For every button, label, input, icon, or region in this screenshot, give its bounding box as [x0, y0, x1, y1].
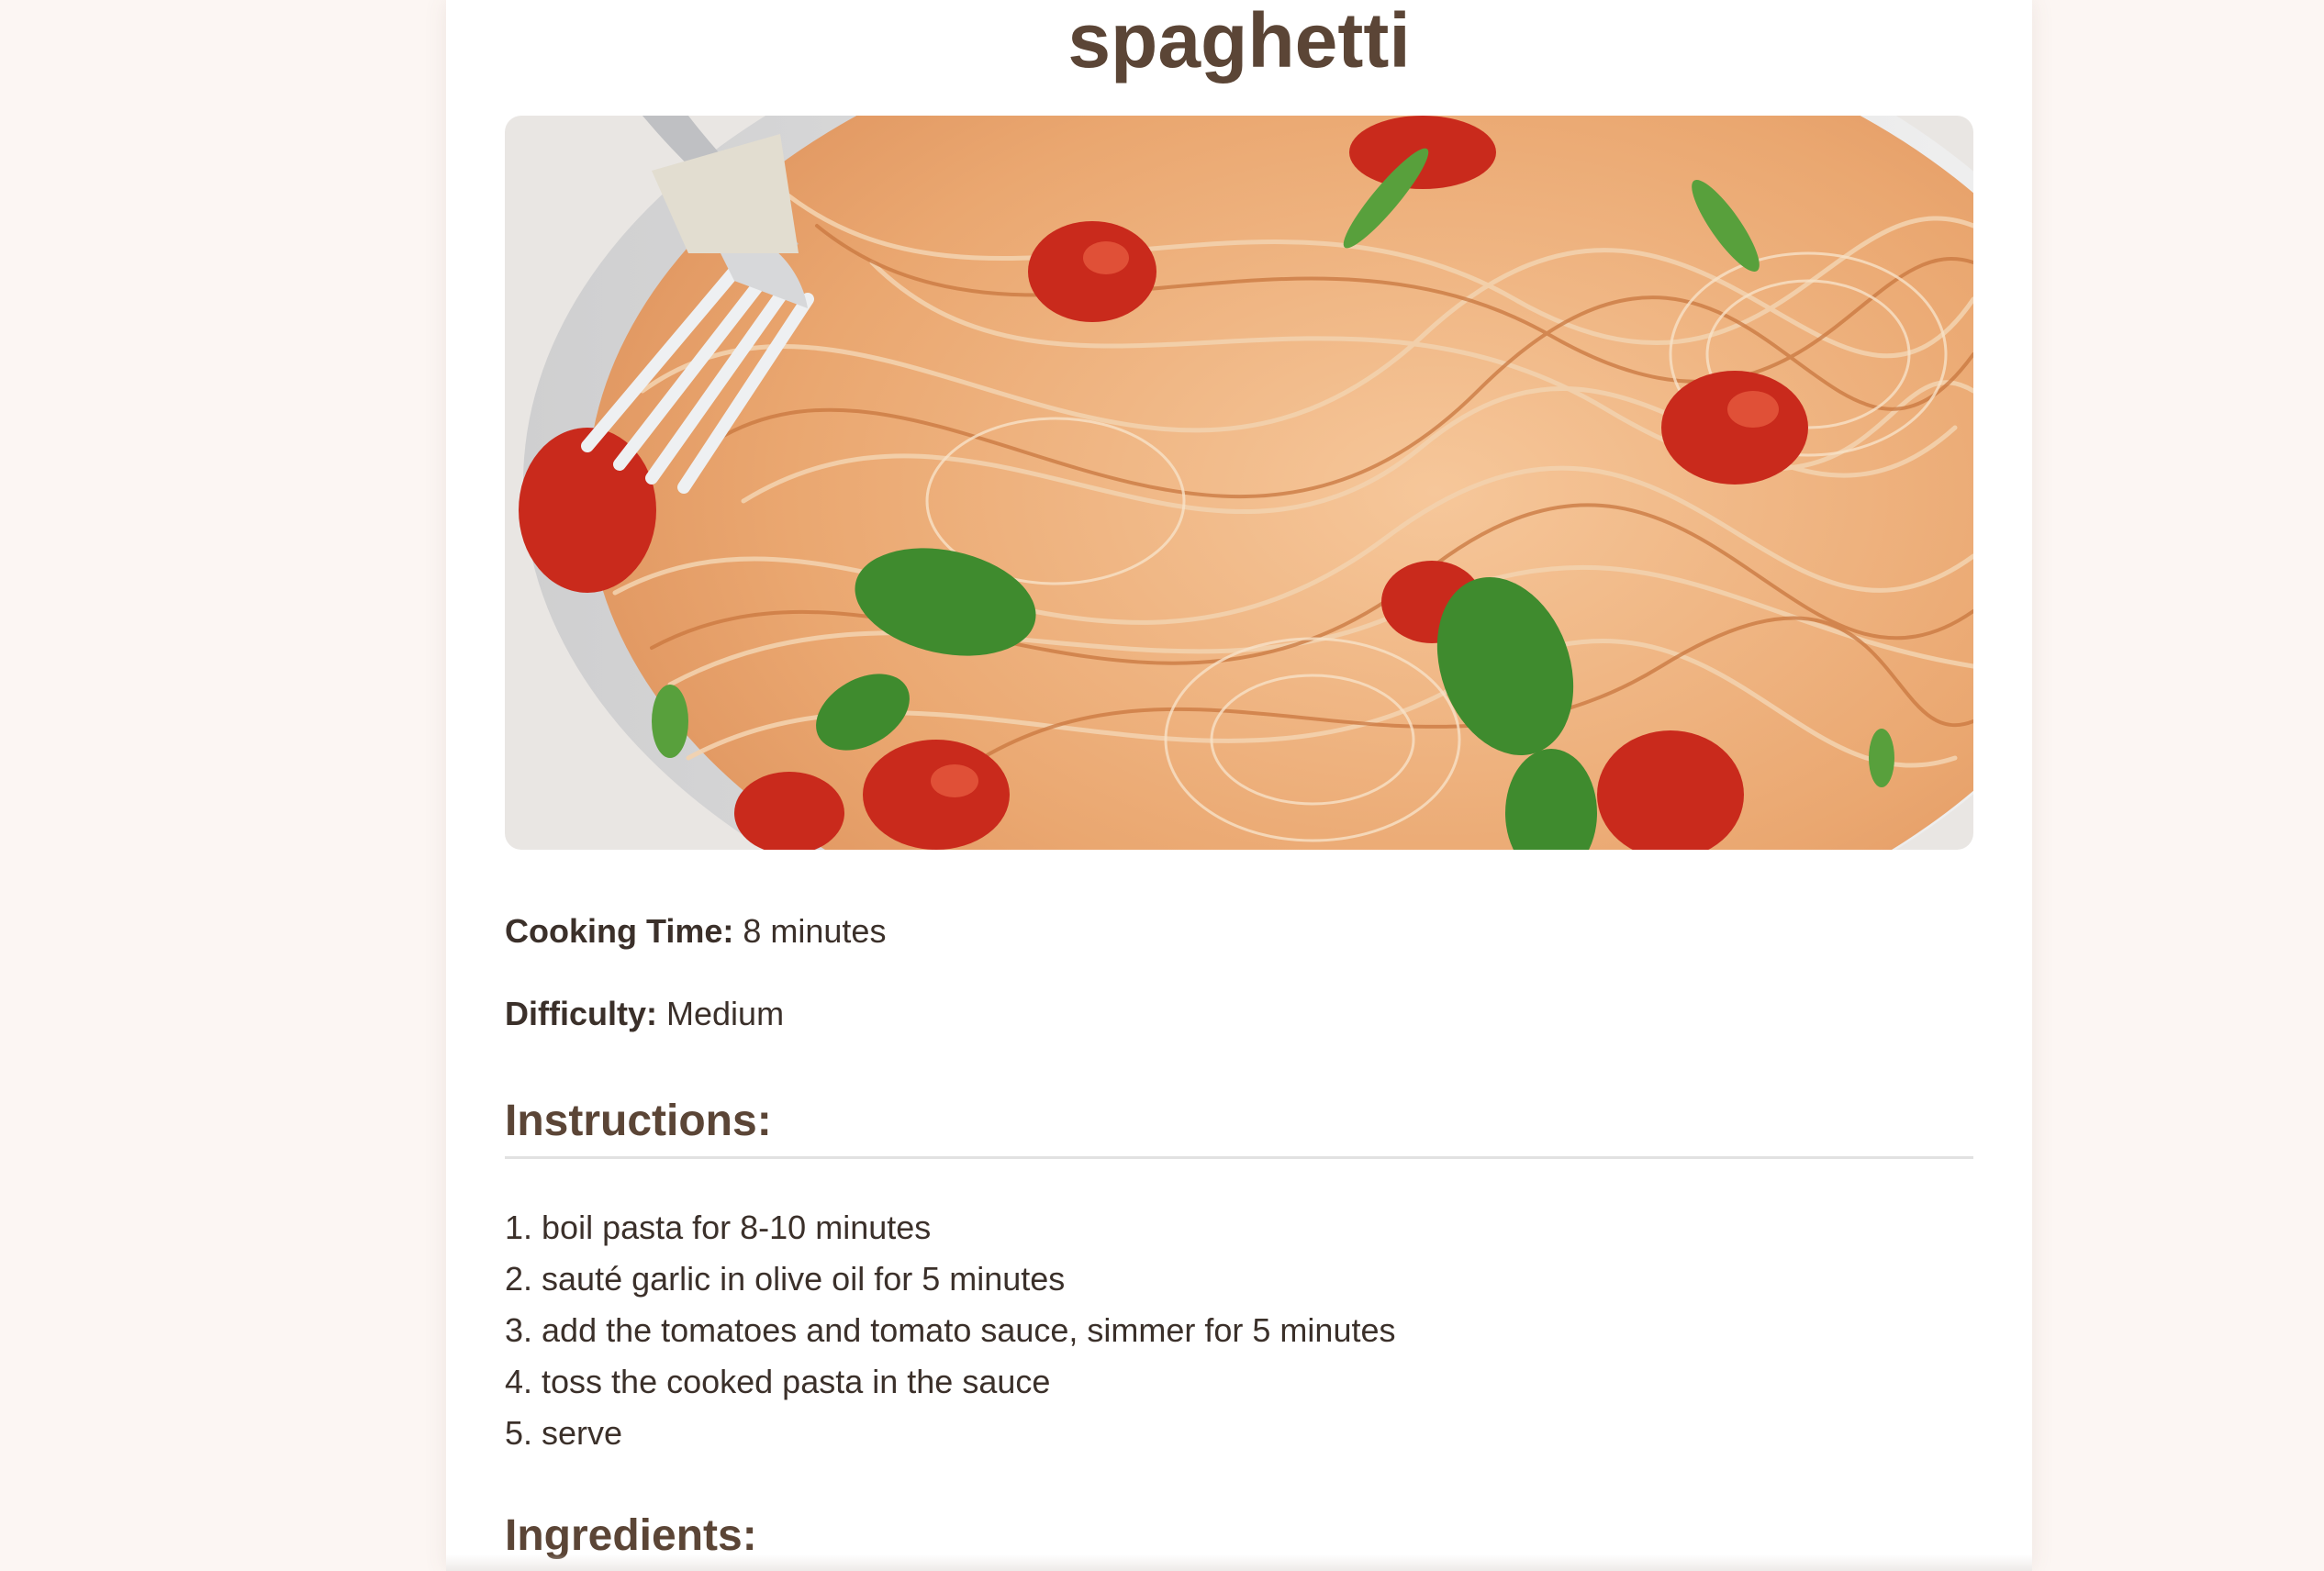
difficulty: Difficulty: Medium — [505, 995, 784, 1033]
recipe-card: spaghetti Cooking Time: 8 minutes Diffic… — [446, 0, 2032, 1571]
difficulty-label: Difficulty: — [505, 995, 657, 1032]
instructions-heading: Instructions: — [505, 1097, 772, 1145]
instruction-step: 5. serve — [505, 1414, 623, 1452]
instructions-list: 1. boil pasta for 8-10 minutes 2. sauté … — [505, 1208, 1396, 1465]
instructions-divider — [505, 1156, 1973, 1159]
ingredients-heading: Ingredients: — [505, 1511, 757, 1560]
instruction-step: 4. toss the cooked pasta in the sauce — [505, 1363, 1051, 1400]
cooking-time-label: Cooking Time: — [505, 912, 734, 950]
instruction-step: 2. sauté garlic in olive oil for 5 minut… — [505, 1260, 1066, 1298]
instruction-step: 1. boil pasta for 8-10 minutes — [505, 1209, 932, 1246]
difficulty-value: Medium — [666, 995, 785, 1032]
cooking-time-value: 8 minutes — [743, 912, 887, 950]
recipe-photo — [505, 116, 1973, 850]
bottom-scroll-fade — [446, 1554, 2032, 1571]
cooking-time: Cooking Time: 8 minutes — [505, 912, 886, 951]
instruction-step: 3. add the tomatoes and tomato sauce, si… — [505, 1311, 1396, 1349]
spaghetti-photo-illustration — [505, 116, 1973, 850]
recipe-title: spaghetti — [1067, 0, 1411, 84]
